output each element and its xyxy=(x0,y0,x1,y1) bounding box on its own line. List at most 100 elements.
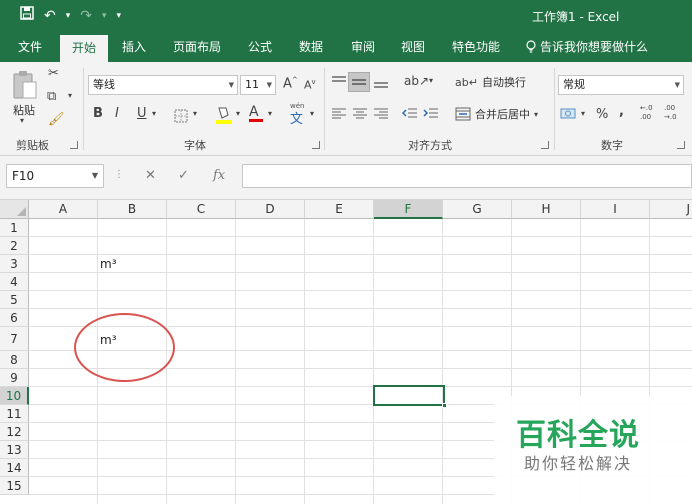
column-header-c[interactable]: C xyxy=(167,200,236,219)
undo-dropdown-icon[interactable]: ▾ xyxy=(66,7,71,25)
column-header-d[interactable]: D xyxy=(236,200,305,219)
phonetic-guide-button[interactable]: wén 文 xyxy=(290,102,304,127)
row-header-11[interactable]: 11 xyxy=(0,405,29,423)
bold-button[interactable]: B xyxy=(93,106,103,121)
redo-dropdown-icon[interactable]: ▾ xyxy=(102,7,107,25)
borders-dropdown-icon[interactable]: ▾ xyxy=(193,109,197,118)
customize-toolbar-icon[interactable]: ▾ xyxy=(117,7,122,25)
save-icon[interactable] xyxy=(20,6,34,25)
alignment-launcher-icon[interactable] xyxy=(541,141,549,149)
row-header-4[interactable]: 4 xyxy=(0,273,29,291)
merge-center-button[interactable]: 合并后居中 ▾ xyxy=(455,106,538,122)
tab-file[interactable]: 文件 xyxy=(18,32,42,62)
font-size-select[interactable]: 11 ▼ xyxy=(240,75,276,95)
redo-icon[interactable]: ↷ xyxy=(80,7,92,25)
borders-button[interactable] xyxy=(174,109,188,126)
merge-center-dropdown-icon[interactable]: ▾ xyxy=(534,110,538,119)
paste-dropdown-icon[interactable]: ▾ xyxy=(20,116,24,125)
tab-home[interactable]: 开始 xyxy=(60,35,109,62)
phonetic-dropdown-icon[interactable]: ▾ xyxy=(310,109,314,118)
row-header-13[interactable]: 13 xyxy=(0,441,29,459)
increase-decimal-button[interactable]: ←.0 .00 xyxy=(640,104,658,122)
underline-button[interactable]: U xyxy=(137,106,147,121)
name-box[interactable]: F10 ▼ xyxy=(6,164,104,188)
row-header-5[interactable]: 5 xyxy=(0,291,29,309)
row-header-7[interactable]: 7 xyxy=(0,327,29,351)
orientation-dropdown-icon[interactable]: ▾ xyxy=(429,76,433,85)
column-header-g[interactable]: G xyxy=(443,200,512,219)
number-launcher-icon[interactable] xyxy=(677,141,685,149)
tab-page-layout[interactable]: 页面布局 xyxy=(173,32,221,62)
accounting-dropdown-icon[interactable]: ▾ xyxy=(581,109,585,118)
tab-view[interactable]: 视图 xyxy=(401,32,425,62)
accounting-format-button[interactable] xyxy=(560,107,578,124)
format-painter-icon[interactable]: 🖌 xyxy=(48,112,65,127)
row-header-12[interactable]: 12 xyxy=(0,423,29,441)
align-center-button[interactable] xyxy=(352,108,368,123)
paste-button[interactable] xyxy=(12,70,38,103)
window-title: 工作簿1 - Excel xyxy=(532,10,620,24)
selected-cell-f10[interactable] xyxy=(373,385,447,408)
copy-icon[interactable]: ⧉ xyxy=(47,89,56,104)
decrease-font-size-button[interactable]: Av xyxy=(304,78,316,92)
copy-dropdown-icon[interactable]: ▾ xyxy=(68,91,72,100)
align-bottom-button[interactable] xyxy=(373,75,389,92)
tell-me-box[interactable]: 告诉我你想要做什么 xyxy=(526,32,648,62)
fill-color-button[interactable] xyxy=(215,105,233,128)
comma-button[interactable]: , xyxy=(619,104,624,119)
enter-icon[interactable]: ✓ xyxy=(178,168,189,183)
font-color-dropdown-icon[interactable]: ▾ xyxy=(268,109,272,118)
row-header-6[interactable]: 6 xyxy=(0,309,29,327)
row-header-2[interactable]: 2 xyxy=(0,237,29,255)
font-launcher-icon[interactable] xyxy=(312,141,320,149)
number-format-select[interactable]: 常规 ▼ xyxy=(558,75,684,95)
percent-button[interactable]: % xyxy=(596,107,608,122)
orientation-icon[interactable]: ab↗ xyxy=(404,74,429,88)
increase-indent-button[interactable] xyxy=(423,107,439,124)
align-left-button[interactable] xyxy=(331,108,347,123)
row-header-15[interactable]: 15 xyxy=(0,477,29,495)
cut-icon[interactable]: ✂ xyxy=(48,66,59,81)
column-header-b[interactable]: B xyxy=(98,200,167,219)
formula-input[interactable] xyxy=(242,164,692,188)
font-family-select[interactable]: 等线 ▼ xyxy=(88,75,238,95)
wrap-text-button[interactable]: ab↵ 自动换行 xyxy=(455,74,526,90)
align-right-button[interactable] xyxy=(373,108,389,123)
tab-data[interactable]: 数据 xyxy=(299,32,323,62)
row-header-1[interactable]: 1 xyxy=(0,219,29,237)
column-header-h[interactable]: H xyxy=(512,200,581,219)
font-color-button[interactable]: A xyxy=(249,104,263,122)
undo-icon[interactable]: ↶ xyxy=(44,7,56,25)
row-header-10[interactable]: 10 xyxy=(0,387,29,405)
gridline xyxy=(304,219,305,504)
decrease-decimal-button[interactable]: .00 →.0 xyxy=(664,104,686,122)
cancel-icon[interactable]: ✕ xyxy=(145,168,156,183)
row-header-8[interactable]: 8 xyxy=(0,351,29,369)
align-top-button[interactable] xyxy=(331,75,347,92)
column-header-e[interactable]: E xyxy=(305,200,374,219)
column-header-f[interactable]: F xyxy=(374,200,443,219)
align-bottom-icon xyxy=(374,82,388,88)
underline-dropdown-icon[interactable]: ▾ xyxy=(152,109,156,118)
row-header-3[interactable]: 3 xyxy=(0,255,29,273)
italic-button[interactable]: I xyxy=(115,106,119,121)
tab-special-features[interactable]: 特色功能 xyxy=(452,32,500,62)
clipboard-launcher-icon[interactable] xyxy=(70,141,78,149)
row-header-9[interactable]: 9 xyxy=(0,369,29,387)
align-middle-button[interactable] xyxy=(348,72,370,92)
column-header-i[interactable]: I xyxy=(581,200,650,219)
column-header-j[interactable]: J xyxy=(650,200,692,219)
tab-formulas[interactable]: 公式 xyxy=(248,32,272,62)
fill-handle[interactable] xyxy=(442,403,447,408)
tab-review[interactable]: 审阅 xyxy=(351,32,375,62)
insert-function-button[interactable]: fx xyxy=(213,168,225,183)
annotation-circle xyxy=(74,313,175,382)
row-header-14[interactable]: 14 xyxy=(0,459,29,477)
tab-insert[interactable]: 插入 xyxy=(122,32,146,62)
fill-color-dropdown-icon[interactable]: ▾ xyxy=(236,109,240,118)
cell-b3[interactable]: m³ xyxy=(100,257,117,271)
increase-font-size-button[interactable]: A^ xyxy=(283,76,298,91)
select-all-button[interactable] xyxy=(0,200,29,219)
column-header-a[interactable]: A xyxy=(29,200,98,219)
decrease-indent-button[interactable] xyxy=(401,107,418,124)
